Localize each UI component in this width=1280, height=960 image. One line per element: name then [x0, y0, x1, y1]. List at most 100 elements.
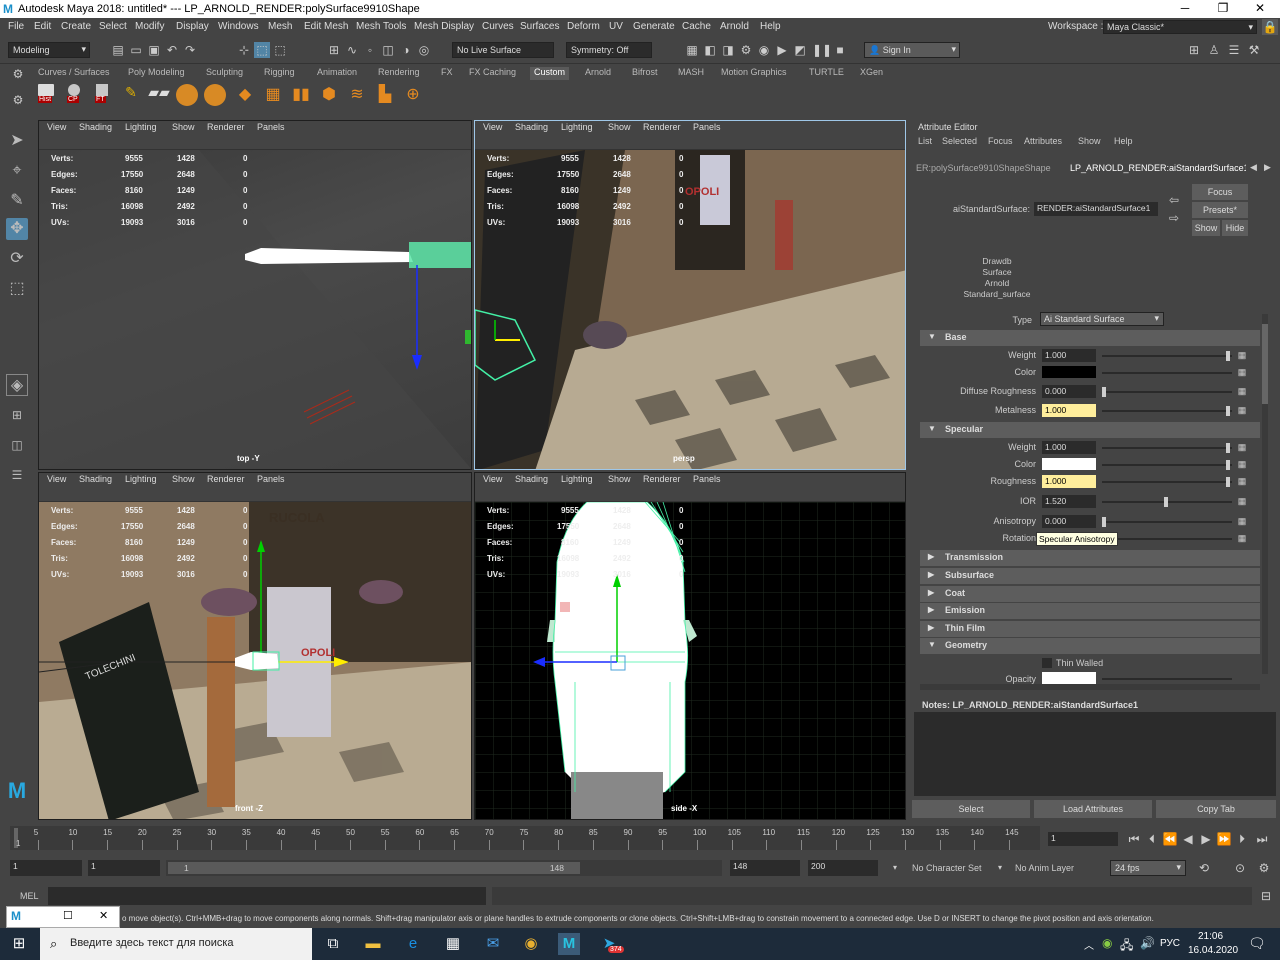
workspace-dropdown[interactable]: Maya Classic* ▾: [1103, 20, 1257, 34]
vp-menu-show[interactable]: Show: [608, 122, 631, 132]
menu-select[interactable]: Select: [99, 21, 127, 32]
vp-menu-renderer[interactable]: Renderer: [643, 474, 681, 484]
hide-button[interactable]: Hide: [1222, 220, 1248, 236]
undo-icon[interactable]: ↶: [164, 42, 180, 58]
play-backward-icon[interactable]: ◀: [1180, 831, 1196, 847]
menu-file[interactable]: File: [8, 21, 24, 32]
range-slider-handle[interactable]: 1 148: [168, 862, 580, 874]
vp-menu-shading[interactable]: Shading: [515, 122, 548, 132]
vp-menu-view[interactable]: View: [47, 474, 66, 484]
stop-icon[interactable]: ■: [832, 42, 848, 58]
section-thin-film[interactable]: ▶ Thin Film: [920, 621, 1260, 637]
step-forward-key-icon[interactable]: ⏩: [1216, 831, 1232, 847]
history-shelf-button[interactable]: Hist: [36, 84, 58, 106]
menu-mesh-tools[interactable]: Mesh Tools: [356, 21, 406, 32]
clock-time[interactable]: 21:06: [1198, 931, 1223, 942]
minimize-button[interactable]: ─: [1168, 1, 1202, 17]
viewport-front[interactable]: View Shading Lighting Show Renderer Pane…: [38, 472, 472, 820]
copy-tab-button[interactable]: Copy Tab: [1156, 800, 1276, 818]
freeze-transform-shelf-button[interactable]: FT: [92, 84, 114, 106]
anim-layer-dropdown[interactable]: No Anim Layer: [1015, 863, 1074, 873]
section-transmission[interactable]: ▶ Transmission: [920, 550, 1260, 566]
rotate-tool-icon[interactable]: ⟳: [6, 248, 28, 270]
sphere-shelf-button[interactable]: ⊕: [402, 84, 424, 106]
ior-field[interactable]: 1.520: [1042, 495, 1096, 508]
attribute-editor-toggle-icon[interactable]: ☰: [1226, 42, 1242, 58]
snap-live-icon[interactable]: ◎: [416, 42, 432, 58]
tray-app-icon[interactable]: ◉: [1102, 936, 1112, 950]
notes-field[interactable]: [914, 712, 1276, 796]
menu-curves[interactable]: Curves: [482, 21, 514, 32]
auto-key-icon[interactable]: ⊙: [1232, 860, 1248, 876]
spec-weight-slider[interactable]: [1102, 447, 1232, 449]
paint-tool-shelf-button[interactable]: ✎: [120, 84, 142, 106]
shelf-tab-poly-modeling[interactable]: Poly Modeling: [124, 67, 189, 80]
maya-taskbar-icon[interactable]: M: [558, 933, 580, 955]
map-button-icon[interactable]: ▦: [1234, 347, 1250, 363]
spec-color-slider-handle[interactable]: [1226, 460, 1230, 470]
paint-select-icon[interactable]: ✎: [6, 190, 28, 212]
shelf-tab-curves-surfaces[interactable]: Curves / Surfaces: [34, 67, 114, 80]
spec-roughness-slider[interactable]: [1102, 481, 1232, 483]
animation-end-field[interactable]: 200: [808, 860, 878, 876]
diffuse-roughness-slider-handle[interactable]: [1102, 387, 1106, 397]
playback-start-field[interactable]: 1: [88, 860, 160, 876]
go-to-start-icon[interactable]: ⏮: [1126, 831, 1142, 847]
ae-tab-material[interactable]: LP_ARNOLD_RENDER:aiStandardSurface1: [1066, 160, 1246, 176]
menu-help[interactable]: Help: [760, 21, 781, 32]
ae-tab-shape[interactable]: ER:polySurface9910ShapeShape: [914, 160, 1064, 176]
planes-shelf-button[interactable]: ≋: [346, 84, 368, 106]
combine-shelf-button[interactable]: ▰▰: [148, 84, 170, 106]
time-slider[interactable]: 1 5 10 15 20 25 30 35 40 45 50 55 60 65 70 75 80 85 90 95 1…: [0, 822, 1280, 852]
taskbar-search[interactable]: ⌕ Введите здесь текст для поиска: [40, 928, 312, 960]
section-coat[interactable]: ▶ Coat: [920, 586, 1260, 602]
menu-cache[interactable]: Cache: [682, 21, 711, 32]
render-region-icon[interactable]: ◩: [792, 42, 808, 58]
ae-menu-list[interactable]: List: [918, 136, 932, 146]
redo-icon[interactable]: ↷: [182, 42, 198, 58]
opacity-slider[interactable]: [1102, 678, 1232, 680]
map-button-icon[interactable]: ▦: [1234, 456, 1250, 472]
menu-edit[interactable]: Edit: [34, 21, 51, 32]
store-icon[interactable]: ▦: [442, 933, 464, 955]
section-geometry[interactable]: ▼ Geometry: [920, 638, 1260, 654]
input-connections-icon[interactable]: ⇦: [1166, 192, 1182, 208]
symmetry-dropdown[interactable]: Symmetry: Off: [566, 42, 652, 58]
shelf-tab-custom[interactable]: Custom: [530, 67, 570, 80]
spec-roughness-field[interactable]: 1.000: [1042, 475, 1096, 488]
render-frame-icon[interactable]: ◧: [702, 42, 718, 58]
step-forward-frame-icon[interactable]: ⏵: [1234, 831, 1250, 847]
extract-shelf-button[interactable]: [204, 84, 226, 106]
fps-dropdown[interactable]: 24 fps ▾: [1110, 860, 1186, 876]
chevron-down-icon[interactable]: ▾: [998, 863, 1002, 872]
viewport-toolbar[interactable]: [39, 487, 471, 502]
anisotropy-slider[interactable]: [1102, 521, 1232, 523]
pause-icon[interactable]: ❚❚: [812, 42, 832, 58]
tool-settings-icon[interactable]: ⚒: [1246, 42, 1262, 58]
vp-menu-lighting[interactable]: Lighting: [561, 474, 593, 484]
menu-uv[interactable]: UV: [609, 21, 623, 32]
shelf-tab-bifrost[interactable]: Bifrost: [628, 67, 662, 80]
restore-icon[interactable]: ☐: [63, 909, 73, 922]
move-tool-icon[interactable]: ✥: [6, 218, 28, 240]
vp-menu-lighting[interactable]: Lighting: [125, 122, 157, 132]
show-button[interactable]: Show: [1192, 220, 1220, 236]
volume-icon[interactable]: 🔊: [1140, 936, 1155, 950]
vp-menu-view[interactable]: View: [483, 122, 502, 132]
select-component-icon[interactable]: ⬚: [272, 42, 288, 58]
section-base[interactable]: ▼ Base: [920, 330, 1260, 346]
current-frame-field[interactable]: 1: [1048, 832, 1118, 846]
vp-menu-renderer[interactable]: Renderer: [207, 122, 245, 132]
menu-deform[interactable]: Deform: [567, 21, 600, 32]
loop-icon[interactable]: ⟲: [1196, 860, 1212, 876]
windows-start-icon[interactable]: ⊞: [8, 933, 30, 955]
outliner-layout-icon[interactable]: ☰: [6, 464, 28, 486]
vp-menu-show[interactable]: Show: [172, 474, 195, 484]
focus-button[interactable]: Focus: [1192, 184, 1248, 200]
menu-generate[interactable]: Generate: [633, 21, 675, 32]
edge-browser-icon[interactable]: e: [402, 933, 424, 955]
shelf-tab-rigging[interactable]: Rigging: [260, 67, 299, 80]
vp-menu-shading[interactable]: Shading: [79, 474, 112, 484]
preferences-icon[interactable]: ⚙: [1256, 860, 1272, 876]
shelf-tab-fx-caching[interactable]: FX Caching: [465, 67, 520, 80]
